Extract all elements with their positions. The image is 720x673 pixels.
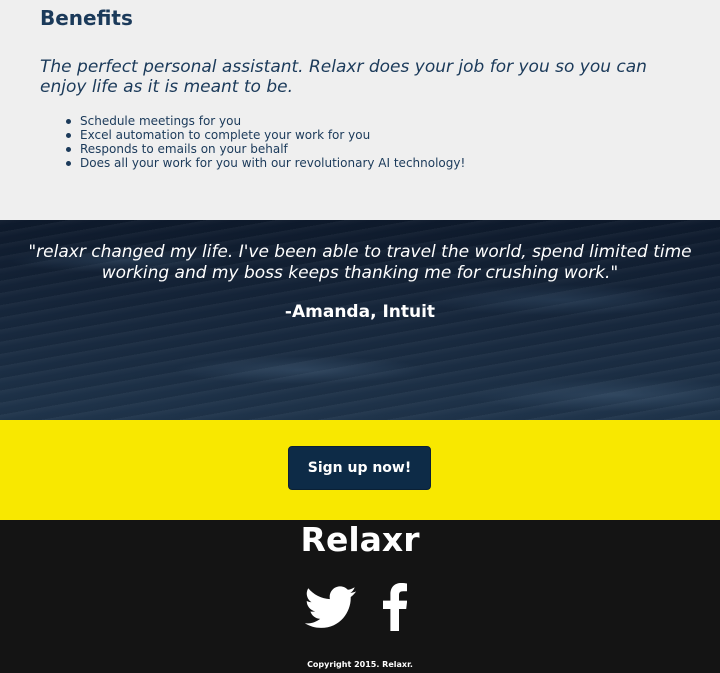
footer-brand: Relaxr [300, 520, 420, 559]
social-icons [305, 583, 425, 631]
testimonial-quote: "relaxr changed my life. I've been able … [28, 242, 692, 283]
copyright-text: Copyright 2015. Relaxr. [307, 660, 413, 669]
testimonial-author: -Amanda, Intuit [284, 302, 436, 322]
list-item: Responds to emails on your behalf [65, 142, 465, 156]
testimonial-section: "relaxr changed my life. I've been able … [0, 220, 720, 420]
benefits-tagline: The perfect personal assistant. Relaxr d… [40, 57, 647, 97]
cta-section: Sign up now! [0, 420, 720, 520]
list-item: Schedule meetings for you [65, 114, 465, 128]
facebook-icon[interactable] [383, 583, 407, 631]
list-item: Excel automation to complete your work f… [65, 128, 465, 142]
benefits-heading: Benefits [40, 6, 133, 30]
footer: Relaxr Copyright 2015. Relaxr. [0, 520, 720, 673]
list-item: Does all your work for you with our revo… [65, 156, 466, 170]
benefits-section: Benefits The perfect personal assistant.… [0, 0, 720, 220]
sign-up-button[interactable]: Sign up now! [288, 446, 431, 490]
benefits-list: Schedule meetings for you Excel automati… [65, 114, 466, 170]
twitter-icon[interactable] [305, 586, 357, 630]
